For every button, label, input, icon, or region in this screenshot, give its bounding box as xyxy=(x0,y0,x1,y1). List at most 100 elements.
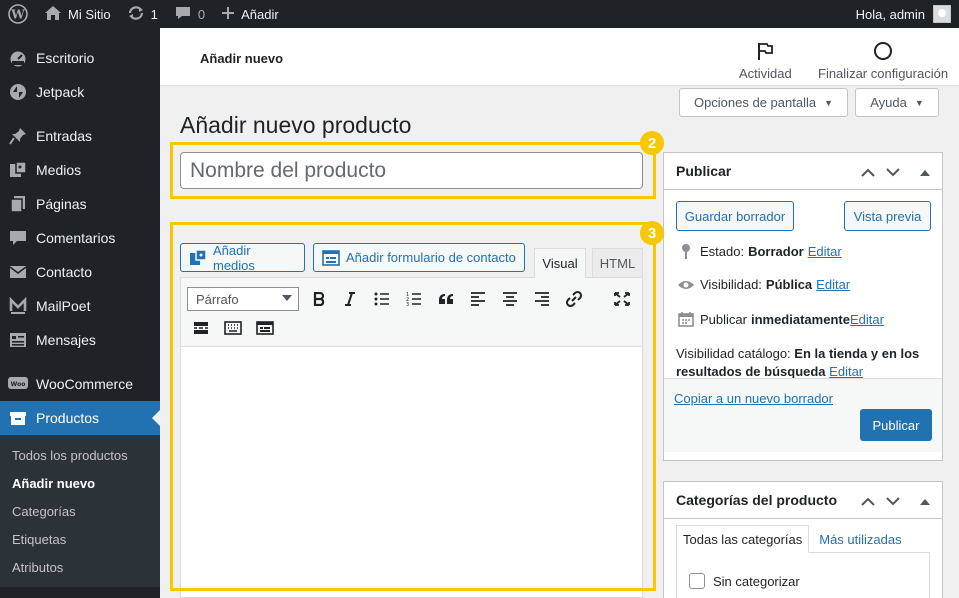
visibility-row: Visibilidad: Pública Editar xyxy=(676,277,850,292)
collapse-toggle-icon[interactable] xyxy=(916,163,934,181)
move-down-icon[interactable] xyxy=(884,492,902,510)
submenu-add-new[interactable]: Añadir nuevo xyxy=(0,469,160,497)
pages-icon xyxy=(8,194,28,214)
product-title-input[interactable] xyxy=(180,152,643,189)
products-submenu: Todos los productos Añadir nuevo Categor… xyxy=(0,435,160,587)
tab-html[interactable]: HTML xyxy=(592,248,643,277)
submenu-attributes[interactable]: Atributos xyxy=(0,553,160,581)
my-account-link[interactable]: Hola, admin xyxy=(848,0,959,28)
bold-button[interactable] xyxy=(307,287,331,311)
menu-item-comentarios[interactable]: Comentarios xyxy=(0,221,160,255)
publish-button[interactable]: Publicar xyxy=(860,409,932,441)
toolbar-toggle-button[interactable] xyxy=(221,316,245,340)
site-name-link[interactable]: Mi Sitio xyxy=(36,0,119,28)
submenu-tags[interactable]: Etiquetas xyxy=(0,525,160,553)
menu-label: Entradas xyxy=(36,128,93,144)
jetpack-icon xyxy=(8,82,28,102)
add-new-link[interactable]: Añadir xyxy=(213,0,287,28)
menu-item-paginas[interactable]: Páginas xyxy=(0,187,160,221)
copy-to-draft-link[interactable]: Copiar a un nuevo borrador xyxy=(674,391,833,406)
comments-link[interactable]: 0 xyxy=(166,0,213,28)
category-checkbox[interactable] xyxy=(689,573,705,589)
edit-status-link[interactable]: Editar xyxy=(808,244,842,259)
add-media-button[interactable]: Añadir medios xyxy=(180,242,305,273)
menu-label: Mensajes xyxy=(36,332,96,348)
align-right-icon xyxy=(535,292,549,306)
insert-link-button[interactable] xyxy=(562,287,586,311)
menu-label: Jetpack xyxy=(36,84,85,100)
edit-visibility-link[interactable]: Editar xyxy=(816,277,850,292)
catalog-visibility-row: Visibilidad catálogo: En la tienda y en … xyxy=(676,345,936,381)
menu-item-mailpoet[interactable]: MailPoet xyxy=(0,289,160,323)
site-name: Mi Sitio xyxy=(68,6,111,22)
catalog-visibility-value: En la tienda y en los xyxy=(794,346,920,361)
editor-content-area[interactable] xyxy=(180,347,643,598)
tab-visual[interactable]: Visual xyxy=(534,248,586,278)
activity-button[interactable]: Actividad xyxy=(739,40,792,81)
header-title: Añadir nuevo xyxy=(200,51,284,66)
align-left-button[interactable] xyxy=(466,287,490,311)
bullet-list-icon xyxy=(374,292,389,306)
bold-icon xyxy=(313,292,325,306)
menu-item-mensajes[interactable]: Mensajes xyxy=(0,323,160,357)
add-contact-form-label: Añadir formulario de contacto xyxy=(346,250,516,265)
menu-item-woocommerce[interactable]: Woo WooCommerce xyxy=(0,367,160,401)
wordpress-logo-icon[interactable]: W xyxy=(0,0,36,28)
tab-all-categories[interactable]: Todas las categorías xyxy=(676,525,810,553)
help-button[interactable]: Ayuda ▼ xyxy=(855,88,939,117)
home-icon xyxy=(44,5,62,24)
menu-item-escritorio[interactable]: Escritorio xyxy=(0,41,160,75)
edit-schedule-link[interactable]: Editar xyxy=(850,312,884,327)
move-down-icon[interactable] xyxy=(884,163,902,181)
publish-box: Publicar Guardar borrador Vista previa E… xyxy=(663,152,943,461)
edit-catalog-visibility-link[interactable]: Editar xyxy=(829,364,863,379)
tab-most-used[interactable]: Más utilizadas xyxy=(809,525,907,553)
menu-item-productos[interactable]: Productos xyxy=(0,401,160,435)
blockquote-button[interactable] xyxy=(434,287,458,311)
italic-button[interactable] xyxy=(338,287,362,311)
submenu-all-products[interactable]: Todos los productos xyxy=(0,441,160,469)
status-label: Estado: xyxy=(700,243,745,259)
mailpoet-icon xyxy=(8,296,28,316)
submenu-categories[interactable]: Categorías xyxy=(0,497,160,525)
keyboard-icon xyxy=(224,321,242,335)
updates-link[interactable]: 1 xyxy=(119,0,166,28)
fullscreen-button[interactable] xyxy=(610,287,634,311)
pin-icon xyxy=(676,243,696,259)
menu-item-medios[interactable]: Medios xyxy=(0,153,160,187)
fullscreen-icon xyxy=(614,292,630,306)
menu-item-entradas[interactable]: Entradas xyxy=(0,119,160,153)
align-right-button[interactable] xyxy=(530,287,554,311)
screen-options-button[interactable]: Opciones de pantalla ▼ xyxy=(679,88,848,117)
category-item[interactable]: Sin categorizar xyxy=(689,573,800,589)
woocommerce-header: Añadir nuevo Actividad Finalizar configu… xyxy=(160,28,959,86)
admin-bar: W Mi Sitio 1 0 Añadir Hola, admin xyxy=(0,0,959,28)
move-up-icon[interactable] xyxy=(859,163,877,181)
form-icon xyxy=(322,249,340,266)
updates-count: 1 xyxy=(150,6,158,22)
preview-button[interactable]: Vista previa xyxy=(844,201,931,231)
visibility-value: Pública xyxy=(765,277,813,292)
link-icon xyxy=(565,290,583,308)
menu-item-jetpack[interactable]: Jetpack xyxy=(0,75,160,109)
bullet-list-button[interactable] xyxy=(370,287,394,311)
add-contact-form-button[interactable]: Añadir formulario de contacto xyxy=(313,243,525,272)
align-center-button[interactable] xyxy=(498,287,522,311)
move-up-icon[interactable] xyxy=(859,492,877,510)
form-icon xyxy=(256,321,274,335)
menu-item-contacto[interactable]: Contacto xyxy=(0,255,160,289)
insert-form-button[interactable] xyxy=(253,316,277,340)
collapse-toggle-icon[interactable] xyxy=(916,492,934,510)
add-media-label: Añadir medios xyxy=(213,242,255,273)
finish-setup-button[interactable]: Finalizar configuración xyxy=(818,40,948,81)
format-select[interactable]: Párrafo xyxy=(187,287,299,311)
page-title: Añadir nuevo producto xyxy=(180,112,412,138)
caret-down-icon: ▼ xyxy=(824,97,834,108)
woocommerce-icon: Woo xyxy=(8,374,28,394)
svg-text:3: 3 xyxy=(406,302,409,306)
numbered-list-button[interactable]: 123 xyxy=(402,287,426,311)
publish-schedule-label: Publicar xyxy=(700,311,747,327)
read-more-button[interactable] xyxy=(189,316,213,340)
menu-label: Páginas xyxy=(36,196,87,212)
save-draft-button[interactable]: Guardar borrador xyxy=(676,201,794,231)
